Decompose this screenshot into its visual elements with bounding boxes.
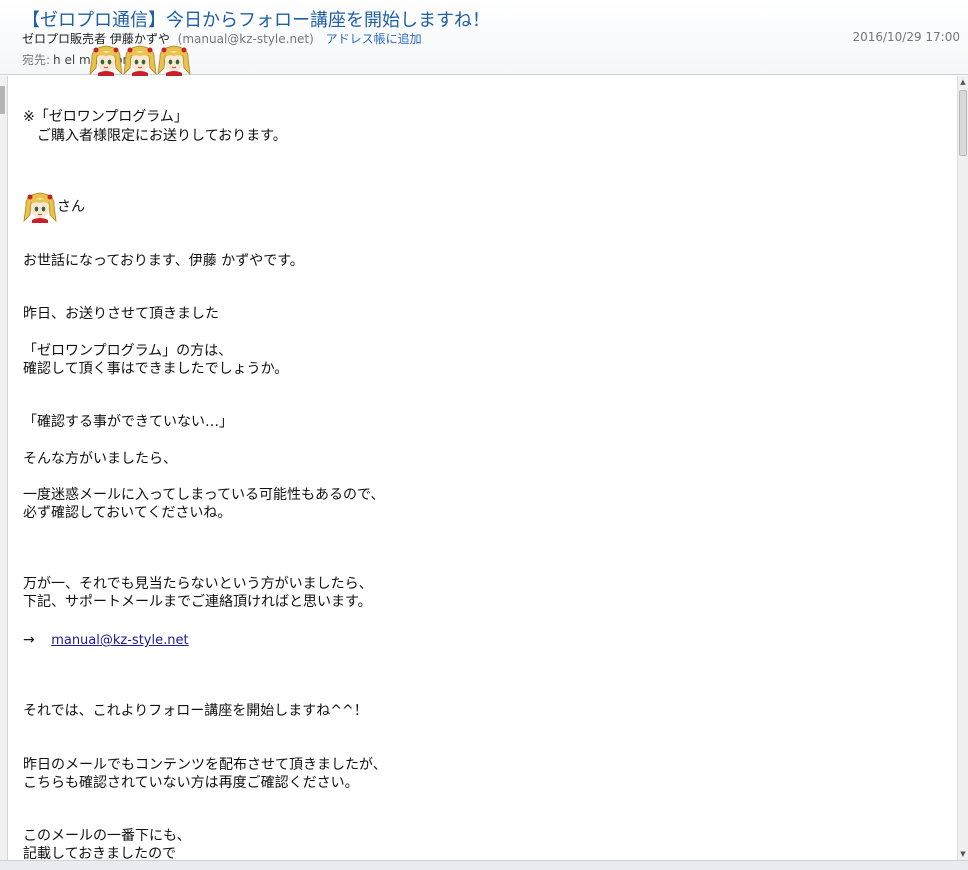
vertical-scrollbar[interactable]: ▲ ▼ [957,76,968,860]
body-line: 「確認する事ができていない…」 [23,414,233,430]
greeting-line: さん [23,191,85,223]
body-line: このメールの一番下にも、 [23,828,191,844]
bottom-bar [0,860,968,870]
scroll-up-arrow-icon[interactable]: ▲ [958,76,968,88]
recipient-line: 宛先: h el mail.com; [22,45,191,76]
body-line: こちらも確認されていない方は再度ご確認ください。 [23,775,359,791]
body-line: 記載しておきましたので [23,846,177,860]
support-email-line: → manual@kz-style.net [23,631,189,650]
add-to-address-book-link[interactable]: アドレス帳に追加 [326,32,422,46]
message-subject: 【ゼロプロ通信】今日からフォロー講座を開始しますね！ [22,10,490,31]
body-line: 下記、サポートメールまでご連絡頂ければと思います。 [23,594,372,610]
recipient-mask [89,44,191,76]
body-line: お世話になっております、伊藤 かずやです。 [23,253,304,269]
anime-avatar-icon [123,44,157,76]
sender-email: (manual@kz-style.net) [177,32,314,46]
body-line: 昨日、お送りさせて頂きました [23,306,219,322]
anime-avatar-icon [89,44,123,76]
anime-avatar-icon [23,191,57,223]
body-line: ご購入者様限定にお送りしております。 [23,128,287,144]
scroll-down-arrow-icon[interactable]: ▼ [958,848,968,860]
body-line: 万が一、それでも見当たらないという方がいましたら、 [23,576,373,592]
body-line: 昨日のメールでもコンテンツを配布させて頂きましたが、 [23,757,387,773]
message-body: ※「ゼロワンプログラム」 ご購入者様限定にお送りしております。 さん お世話にな… [9,76,957,860]
message-date: 2016/10/29 17:00 [852,30,960,44]
recipient-address: h el mail.com; [53,45,191,76]
support-email-link[interactable]: manual@kz-style.net [51,633,188,648]
body-line: ※「ゼロワンプログラム」 [23,109,188,125]
body-line: 確認して頂く事はできましたでしょうか。 [23,361,289,377]
mail-viewer: 【ゼロプロ通信】今日からフォロー講座を開始しますね！ ゼロプロ販売者 伊藤かずや… [0,0,968,870]
scrollbar-thumb[interactable] [959,90,967,156]
body-line: 一度迷惑メールに入ってしまっている可能性もあるので、 [23,487,385,503]
left-gutter [0,76,8,860]
anime-avatar-icon [157,44,191,76]
sender-line: ゼロプロ販売者 伊藤かずや (manual@kz-style.net) アドレス… [22,30,422,47]
body-line: 「ゼロワンプログラム」の方は、 [23,343,233,359]
gutter-tab[interactable] [0,86,5,114]
message-header: 【ゼロプロ通信】今日からフォロー講座を開始しますね！ ゼロプロ販売者 伊藤かずや… [0,0,968,76]
greeting-suffix: さん [57,199,85,215]
recipient-label: 宛先: [22,53,51,67]
body-line: そんな方がいましたら、 [23,451,177,467]
body-line: 必ず確認しておいてくださいね。 [23,505,232,521]
body-line: それでは、これよりフォロー講座を開始しますね^^！ [23,703,368,719]
arrow-icon: → [23,632,35,648]
